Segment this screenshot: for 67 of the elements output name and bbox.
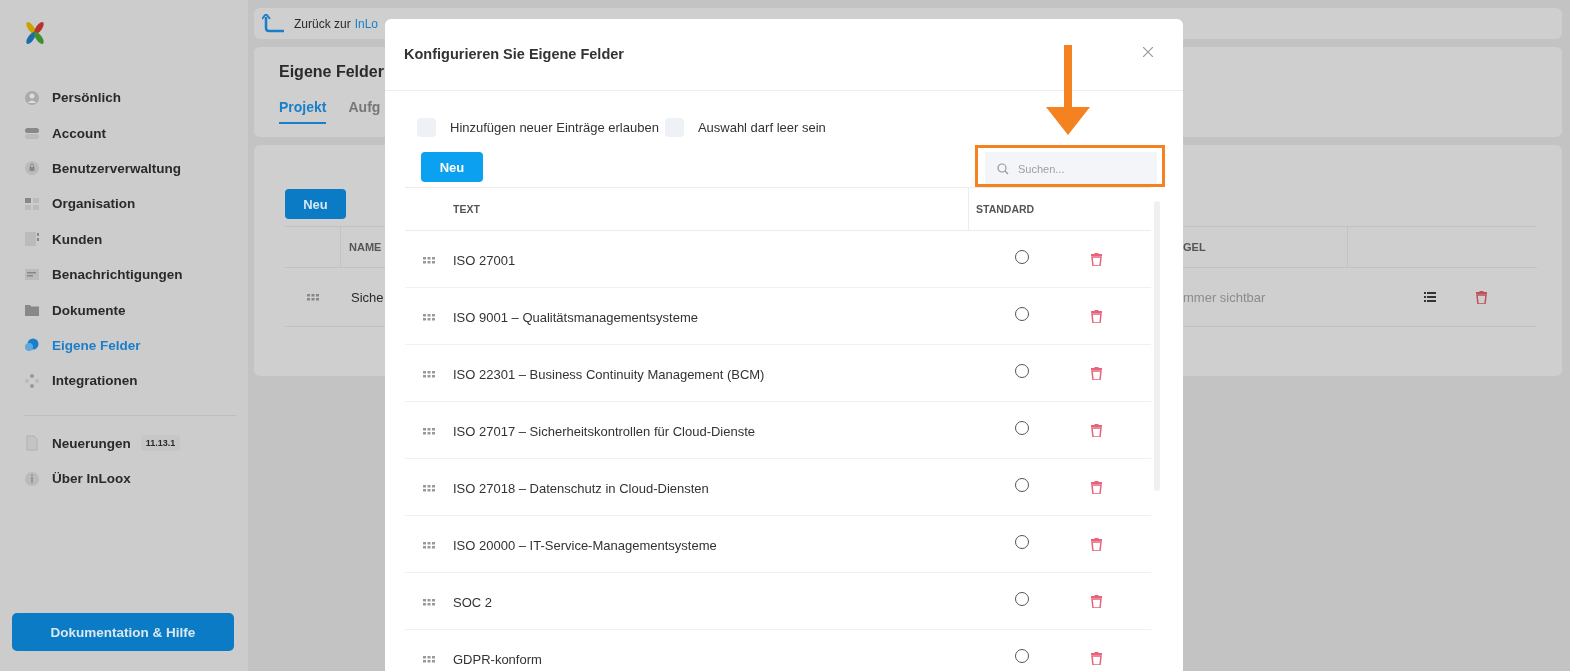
drag-handle-icon[interactable] (423, 371, 435, 378)
news-label: Neuerungen (52, 435, 131, 451)
table-cell-text: ISO 9001 – Qualitätsmanagementsysteme (453, 308, 699, 327)
trash-icon[interactable] (1476, 290, 1487, 304)
folder-icon (24, 302, 40, 319)
page-title: Eigene Felder (279, 63, 385, 81)
help-button[interactable]: Dokumentation & Hilfe (12, 613, 234, 651)
trash-icon[interactable] (1090, 309, 1102, 323)
table-cell-text: ISO 27018 – Datenschutz in Cloud-Diensten (453, 479, 710, 498)
drag-handle-icon[interactable] (423, 599, 435, 606)
trash-icon[interactable] (1090, 594, 1102, 608)
dialog-title: Konfigurieren Sie Eigene Felder (404, 45, 624, 62)
sidebar-item[interactable]: Benutzerverwaltung (24, 150, 248, 187)
table-cell: Siche (351, 289, 384, 305)
column-header: TEXT (453, 202, 481, 217)
drag-handle-icon[interactable] (423, 485, 435, 492)
drag-handle-icon[interactable] (306, 293, 319, 301)
table-cell-text: ISO 27017 – Sicherheitskontrollen für Cloud-Dienste (453, 422, 757, 441)
dots-icon (24, 372, 40, 389)
version-badge: 11.13.1 (140, 435, 181, 452)
table-cell-text: mmer sichtbar (1183, 288, 1267, 307)
search-field[interactable]: Suchen... (985, 152, 1157, 185)
sidebar-item[interactable]: Kunden (24, 221, 248, 257)
sidebar-item[interactable]: Persönlich (24, 80, 248, 116)
trash-icon[interactable] (1090, 537, 1102, 551)
trash-icon[interactable] (1090, 651, 1102, 665)
list-icon[interactable] (1424, 292, 1436, 302)
sidebar-item[interactable]: Dokumente (24, 292, 248, 328)
sidebar-item[interactable]: Integrationen (24, 363, 248, 399)
table-cell-text: ISO 22301 – Business Continuity Management (BCM) (453, 365, 766, 384)
checkbox-label: Hinzufügen neuer Einträge erlauben (450, 119, 659, 135)
column-header: GEL (1183, 240, 1207, 255)
back-text: Zurück zur (294, 16, 351, 31)
trash-icon[interactable] (1090, 252, 1102, 266)
drag-handle-icon[interactable] (423, 257, 435, 264)
checkbox-label: Auswahl darf leer sein (697, 119, 826, 135)
logo-icon (24, 20, 46, 46)
new-button[interactable]: Neu (285, 189, 346, 219)
drag-handle-icon[interactable] (423, 542, 435, 549)
drag-handle-icon[interactable] (423, 428, 435, 435)
sidebar-item[interactable]: Über InLoox (24, 460, 248, 497)
grid-icon (24, 195, 40, 212)
table-cell-text: GDPR-konform (453, 650, 543, 669)
close-icon[interactable] (1143, 46, 1153, 57)
drag-handle-icon[interactable] (423, 314, 435, 321)
drag-handle-icon[interactable] (423, 656, 435, 663)
person-icon (24, 89, 40, 106)
info-icon (24, 470, 40, 487)
list-icon (24, 231, 40, 248)
trash-icon[interactable] (1090, 366, 1102, 380)
trash-icon[interactable] (1090, 480, 1102, 494)
column-header: STANDARD (968, 188, 1151, 230)
document-icon (24, 435, 40, 452)
sidebar-item[interactable]: Organisation (24, 186, 248, 222)
table-cell-text: ISO 20000 – IT-Service-Managementsysteme (453, 536, 718, 555)
sidebar-item[interactable]: Benachrichtigungen (24, 256, 248, 293)
table-cell-text: ISO 27001 (453, 251, 517, 270)
back-arrow-icon (262, 13, 286, 34)
sidebar-item[interactable]: Neuerungen 11.13.1 (24, 425, 248, 461)
trash-icon[interactable] (1090, 423, 1102, 437)
shape-icon (24, 337, 40, 354)
search-icon (997, 163, 1009, 175)
table-cell-text: SOC 2 (453, 593, 493, 612)
lock-icon (24, 160, 40, 177)
sidebar-item[interactable]: Account (24, 115, 248, 151)
message-icon (24, 266, 40, 283)
toggle-icon (24, 125, 40, 142)
